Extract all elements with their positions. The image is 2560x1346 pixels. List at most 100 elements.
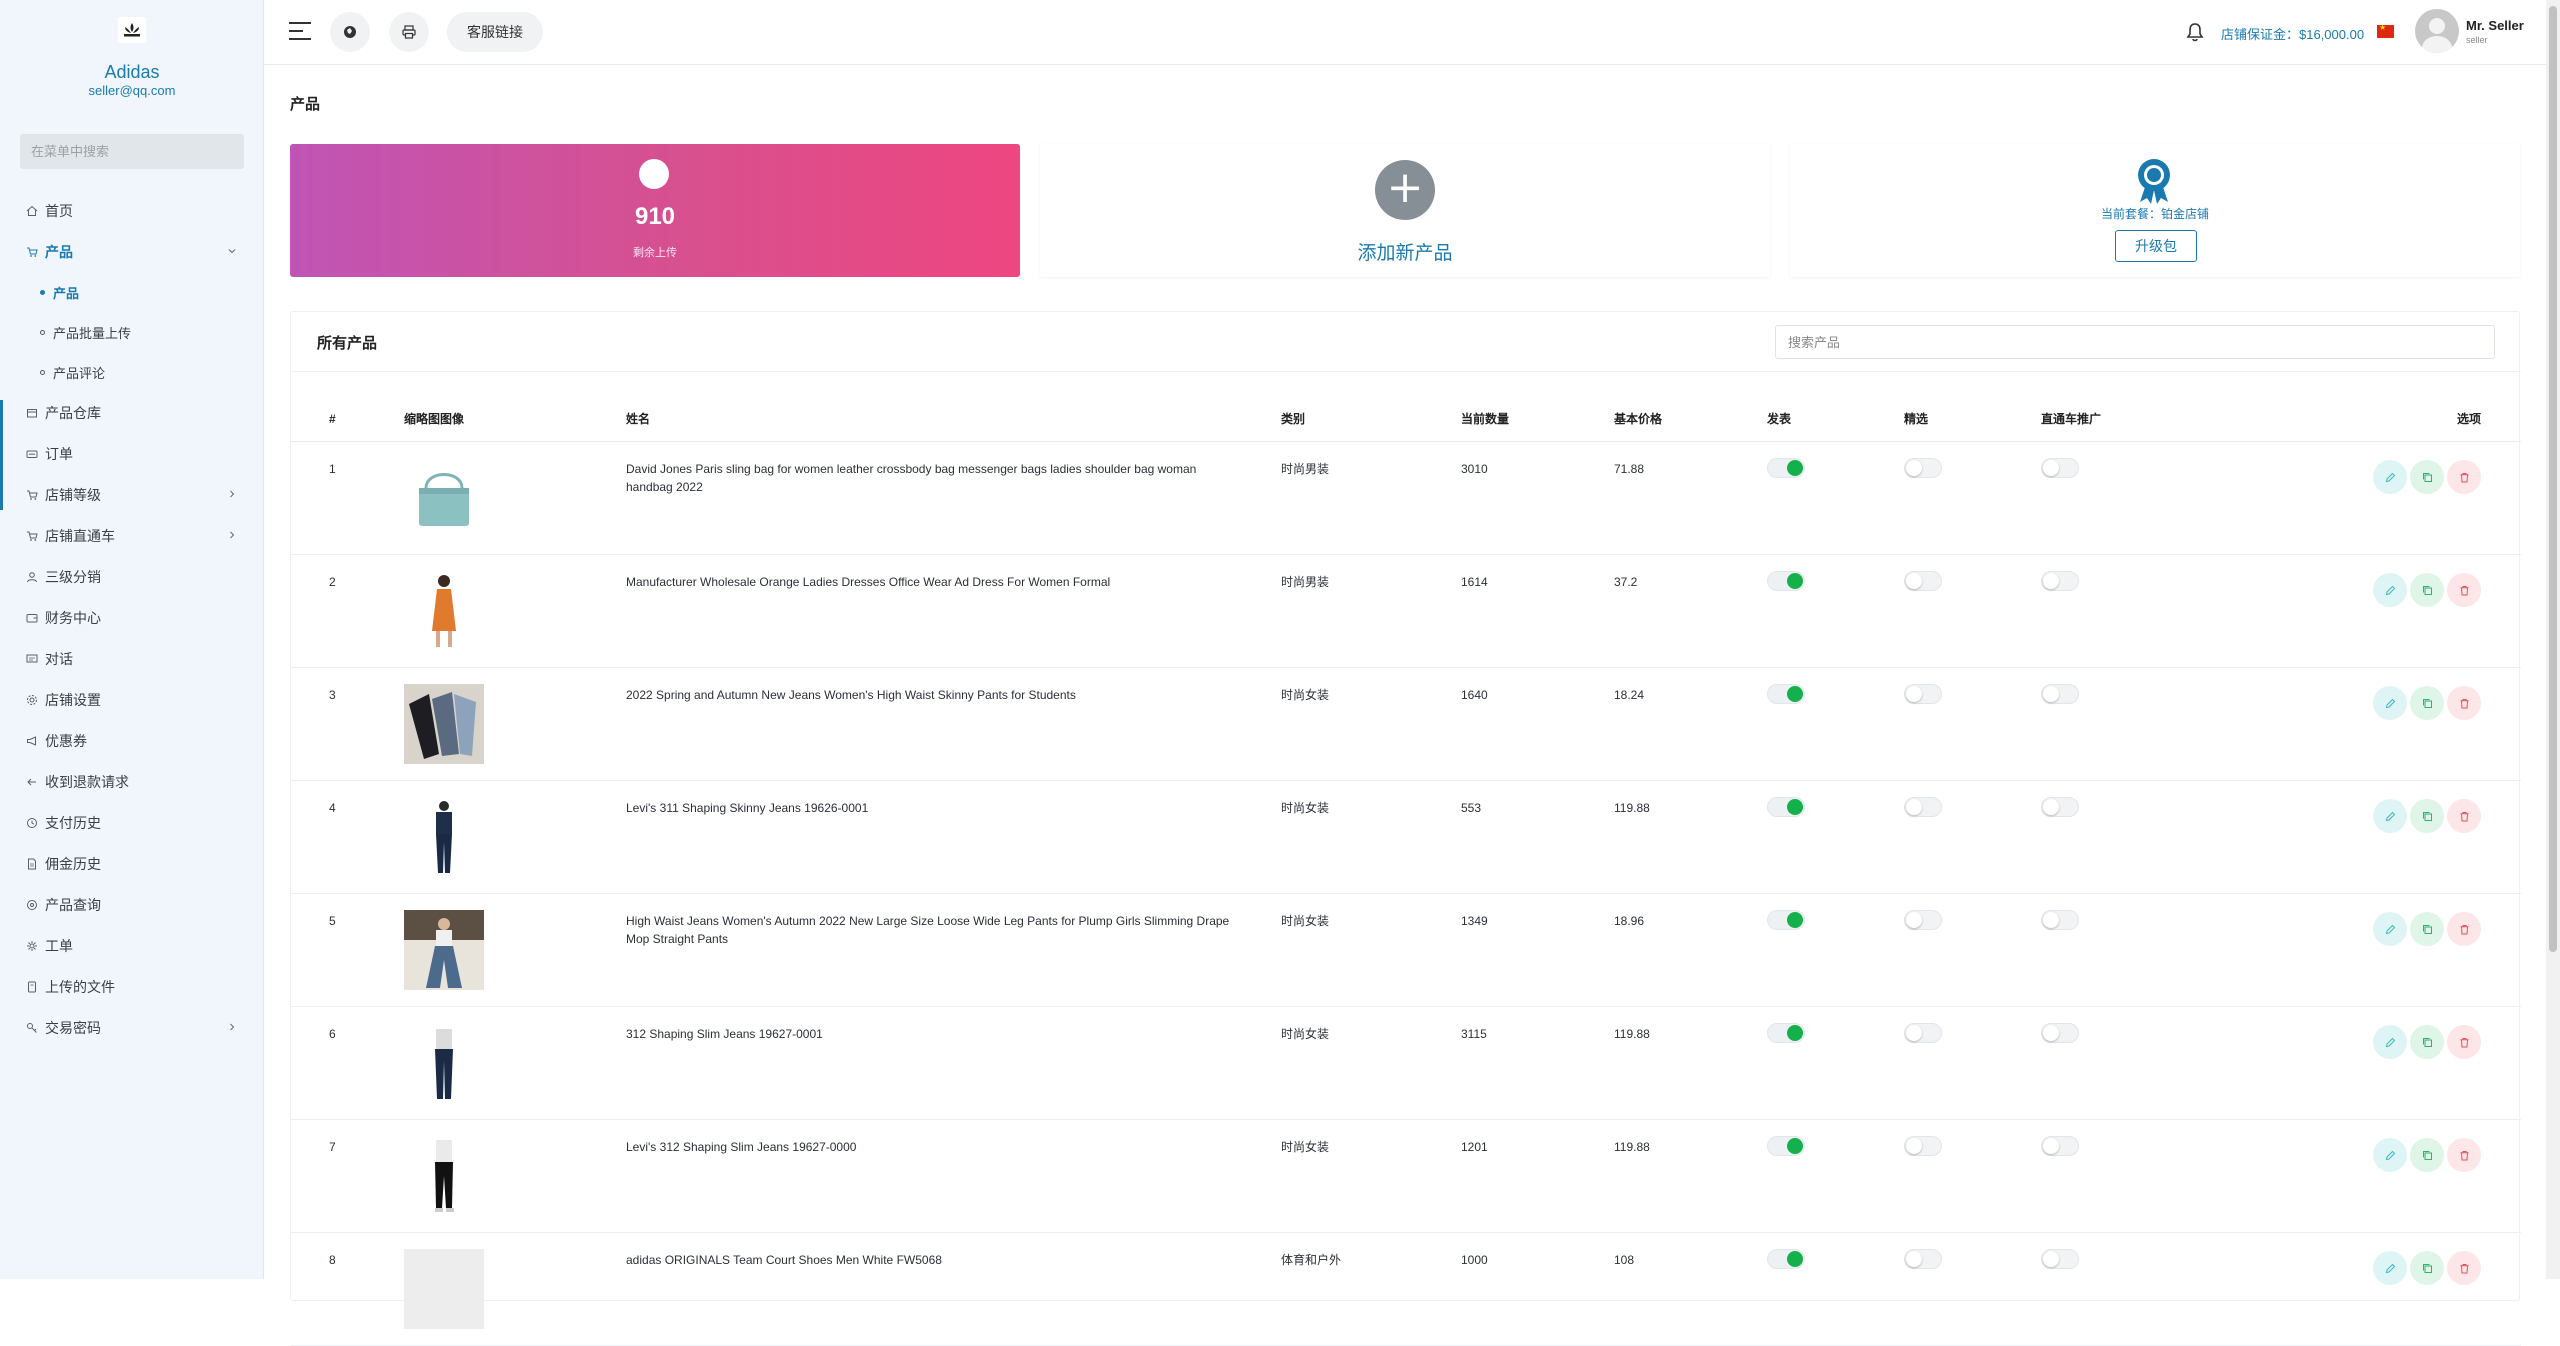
bell-icon[interactable] (2186, 22, 2204, 42)
sidebar-item-uploaded-files[interactable]: 上传的文件 (0, 966, 264, 1007)
product-thumbnail[interactable] (404, 458, 484, 538)
avatar[interactable] (2415, 9, 2459, 53)
duplicate-button[interactable] (2410, 1251, 2444, 1285)
sidebar-item-refunds[interactable]: 收到退款请求 (0, 761, 264, 802)
published-toggle[interactable] (1767, 910, 1805, 930)
published-toggle[interactable] (1767, 1136, 1805, 1156)
promotion-toggle[interactable] (2041, 1249, 2079, 1269)
menu-toggle-icon[interactable] (288, 21, 312, 41)
promotion-toggle[interactable] (2041, 684, 2079, 704)
product-thumbnail[interactable] (404, 1136, 484, 1216)
delete-button[interactable] (2447, 1251, 2481, 1285)
product-thumbnail[interactable] (404, 684, 484, 764)
sidebar-subitem-reviews[interactable]: 产品评论 (0, 352, 264, 392)
product-search-input[interactable] (1775, 325, 2495, 359)
published-toggle[interactable] (1767, 1023, 1805, 1043)
promotion-toggle[interactable] (2041, 458, 2079, 478)
published-toggle[interactable] (1767, 1249, 1805, 1269)
duplicate-button[interactable] (2410, 912, 2444, 946)
featured-toggle[interactable] (1904, 684, 1942, 704)
customer-service-link-button[interactable]: 客服链接 (447, 12, 543, 52)
delete-button[interactable] (2447, 1025, 2481, 1059)
duplicate-button[interactable] (2410, 1025, 2444, 1059)
sidebar-item-shop-settings[interactable]: 店铺设置 (0, 679, 264, 720)
duplicate-button[interactable] (2410, 573, 2444, 607)
featured-toggle[interactable] (1904, 458, 1942, 478)
duplicate-button[interactable] (2410, 686, 2444, 720)
edit-button[interactable] (2373, 799, 2407, 833)
add-new-product-card[interactable]: + 添加新产品 (1040, 144, 1770, 277)
product-thumbnail[interactable] (404, 1023, 484, 1103)
featured-toggle[interactable] (1904, 571, 1942, 591)
delete-button[interactable] (2447, 799, 2481, 833)
duplicate-button[interactable] (2410, 799, 2444, 833)
promotion-toggle[interactable] (2041, 571, 2079, 591)
sidebar-item-products[interactable]: 产品 (0, 231, 264, 272)
sidebar-subitem-products[interactable]: 产品 (0, 272, 264, 312)
sidebar-item-warehouse[interactable]: 产品仓库 (0, 392, 264, 433)
edit-button[interactable] (2373, 1025, 2407, 1059)
product-thumbnail[interactable] (404, 1249, 484, 1329)
product-name[interactable]: adidas ORIGINALS Team Court Shoes Men Wh… (626, 1251, 1246, 1269)
featured-toggle[interactable] (1904, 797, 1942, 817)
sidebar-item-chat[interactable]: 对话 (0, 638, 264, 679)
published-toggle[interactable] (1767, 458, 1805, 478)
upgrade-package-button[interactable]: 升级包 (2115, 230, 2197, 262)
product-name[interactable]: Levi's 312 Shaping Slim Jeans 19627-0000 (626, 1138, 1246, 1156)
edit-button[interactable] (2373, 1251, 2407, 1285)
published-toggle[interactable] (1767, 684, 1805, 704)
edit-button[interactable] (2373, 912, 2407, 946)
promotion-toggle[interactable] (2041, 797, 2079, 817)
visit-site-button[interactable] (330, 12, 370, 52)
sidebar-item-payment-history[interactable]: 支付历史 (0, 802, 264, 843)
sidebar-item-finance[interactable]: 财务中心 (0, 597, 264, 638)
delete-button[interactable] (2447, 912, 2481, 946)
sidebar-item-home[interactable]: 首页 (0, 190, 264, 231)
delete-button[interactable] (2447, 573, 2481, 607)
duplicate-button[interactable] (2410, 460, 2444, 494)
page-scrollbar[interactable] (2546, 0, 2560, 1279)
promotion-toggle[interactable] (2041, 910, 2079, 930)
promotion-toggle[interactable] (2041, 1136, 2079, 1156)
product-thumbnail[interactable] (404, 571, 484, 651)
sidebar-item-tickets[interactable]: 工单 (0, 925, 264, 966)
product-name[interactable]: 2022 Spring and Autumn New Jeans Women's… (626, 686, 1246, 704)
duplicate-button[interactable] (2410, 1138, 2444, 1172)
circle-icon (639, 159, 669, 189)
product-thumbnail[interactable] (404, 797, 484, 877)
delete-button[interactable] (2447, 460, 2481, 494)
product-name[interactable]: David Jones Paris sling bag for women le… (626, 460, 1246, 496)
published-toggle[interactable] (1767, 571, 1805, 591)
sidebar-item-commission-history[interactable]: 佣金历史 (0, 843, 264, 884)
brand-logo[interactable] (118, 17, 146, 43)
featured-toggle[interactable] (1904, 1136, 1942, 1156)
china-flag-icon[interactable] (2377, 23, 2394, 38)
sidebar-item-coupons[interactable]: 优惠券 (0, 720, 264, 761)
print-button[interactable] (389, 12, 429, 52)
edit-button[interactable] (2373, 460, 2407, 494)
edit-button[interactable] (2373, 686, 2407, 720)
promotion-toggle[interactable] (2041, 1023, 2079, 1043)
edit-button[interactable] (2373, 1138, 2407, 1172)
featured-toggle[interactable] (1904, 910, 1942, 930)
product-name[interactable]: Manufacturer Wholesale Orange Ladies Dre… (626, 573, 1246, 591)
sidebar-item-distribution[interactable]: 三级分销 (0, 556, 264, 597)
sidebar-item-shop-level[interactable]: 店铺等级 (0, 474, 264, 515)
product-name[interactable]: Levi's 311 Shaping Skinny Jeans 19626-00… (626, 799, 1246, 817)
edit-button[interactable] (2373, 573, 2407, 607)
sidebar-item-product-query[interactable]: 产品查询 (0, 884, 264, 925)
delete-button[interactable] (2447, 1138, 2481, 1172)
featured-toggle[interactable] (1904, 1249, 1942, 1269)
sidebar-subitem-bulk-upload[interactable]: 产品批量上传 (0, 312, 264, 352)
published-toggle[interactable] (1767, 797, 1805, 817)
scrollbar-thumb[interactable] (2549, 6, 2557, 952)
product-name[interactable]: High Waist Jeans Women's Autumn 2022 New… (626, 912, 1246, 948)
sidebar-item-orders[interactable]: 订单 (0, 433, 264, 474)
delete-button[interactable] (2447, 686, 2481, 720)
sidebar-item-shop-express[interactable]: 店铺直通车 (0, 515, 264, 556)
menu-search-input[interactable] (20, 134, 244, 169)
sidebar-item-trade-password[interactable]: 交易密码 (0, 1007, 264, 1048)
featured-toggle[interactable] (1904, 1023, 1942, 1043)
product-thumbnail[interactable] (404, 910, 484, 990)
product-name[interactable]: 312 Shaping Slim Jeans 19627-0001 (626, 1025, 1246, 1043)
